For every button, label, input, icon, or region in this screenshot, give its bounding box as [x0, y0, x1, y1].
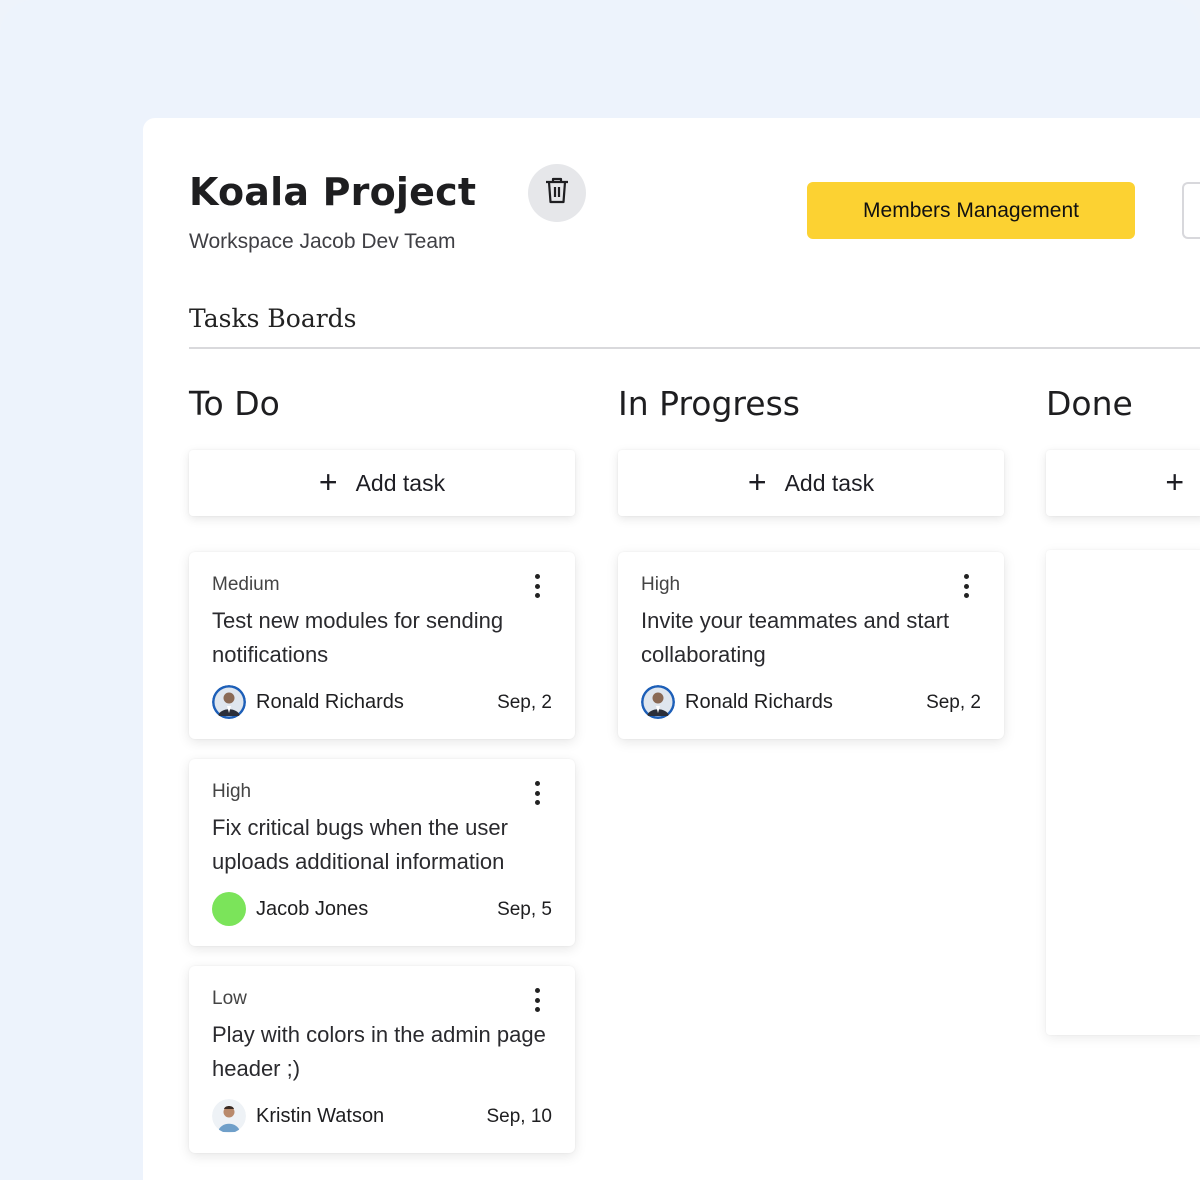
- assignee-name: Jacob Jones: [256, 897, 369, 920]
- task-description: Play with colors in the admin page heade…: [212, 1022, 546, 1081]
- delete-project-button[interactable]: [528, 164, 586, 222]
- priority-label: High: [641, 574, 681, 595]
- plus-icon: +: [318, 463, 338, 500]
- avatar: [641, 685, 675, 719]
- due-date: Sep, 2: [926, 692, 981, 713]
- assignee: Jacob Jones: [212, 892, 368, 926]
- task-description: Test new modules for sending notificatio…: [212, 608, 504, 667]
- due-date: Sep, 5: [497, 899, 552, 920]
- column-title-todo: To Do: [189, 384, 280, 423]
- section-title: Tasks Boards: [189, 304, 357, 333]
- more-options-icon[interactable]: [527, 779, 547, 807]
- column-title-in-progress: In Progress: [618, 384, 800, 423]
- plus-icon: +: [1165, 463, 1184, 500]
- task-card[interactable]: Medium Test new modules for sending noti…: [189, 552, 575, 739]
- assignee-name: Kristin Watson: [256, 1104, 385, 1127]
- task-card[interactable]: High Invite your teammates and start col…: [618, 552, 1004, 739]
- more-options-icon[interactable]: [527, 572, 547, 600]
- task-description: Invite your teammates and start collabor…: [641, 608, 950, 667]
- priority-label: High: [212, 781, 252, 802]
- secondary-button[interactable]: [1182, 182, 1200, 239]
- due-date: Sep, 2: [497, 692, 552, 713]
- app-background: Koala Project Workspace Jacob Dev Team M…: [0, 0, 1200, 1180]
- workspace-name: Workspace Jacob Dev Team: [189, 230, 456, 253]
- avatar: [212, 892, 246, 926]
- page-title: Koala Project: [189, 170, 477, 214]
- avatar: [212, 685, 246, 719]
- add-task-label: Add task: [784, 469, 875, 496]
- plus-icon: +: [747, 463, 767, 500]
- add-task-button-todo[interactable]: + Add task: [189, 450, 575, 516]
- column-title-done: Done: [1046, 384, 1133, 423]
- members-management-button[interactable]: Members Management: [807, 182, 1135, 239]
- task-card[interactable]: High Fix critical bugs when the user upl…: [189, 759, 575, 946]
- done-column-dropzone: [1046, 550, 1200, 1035]
- project-panel: Koala Project Workspace Jacob Dev Team M…: [143, 118, 1200, 1180]
- add-task-label: Add task: [355, 469, 446, 496]
- priority-label: Low: [212, 988, 247, 1009]
- priority-label: Medium: [212, 574, 280, 595]
- assignee-name: Ronald Richards: [685, 690, 833, 713]
- more-options-icon[interactable]: [956, 572, 976, 600]
- task-description: Fix critical bugs when the user uploads …: [212, 815, 508, 874]
- add-task-button-in-progress[interactable]: + Add task: [618, 450, 1004, 516]
- assignee-name: Ronald Richards: [256, 690, 404, 713]
- avatar: [212, 1099, 246, 1133]
- task-card[interactable]: Low Play with colors in the admin page h…: [189, 966, 575, 1153]
- trash-icon: [544, 177, 570, 210]
- divider: [189, 347, 1200, 349]
- add-task-button-done[interactable]: +: [1046, 450, 1200, 516]
- assignee: Kristin Watson: [212, 1099, 384, 1133]
- due-date: Sep, 10: [486, 1106, 553, 1127]
- assignee: Ronald Richards: [212, 685, 404, 719]
- more-options-icon[interactable]: [527, 986, 547, 1014]
- assignee: Ronald Richards: [641, 685, 833, 719]
